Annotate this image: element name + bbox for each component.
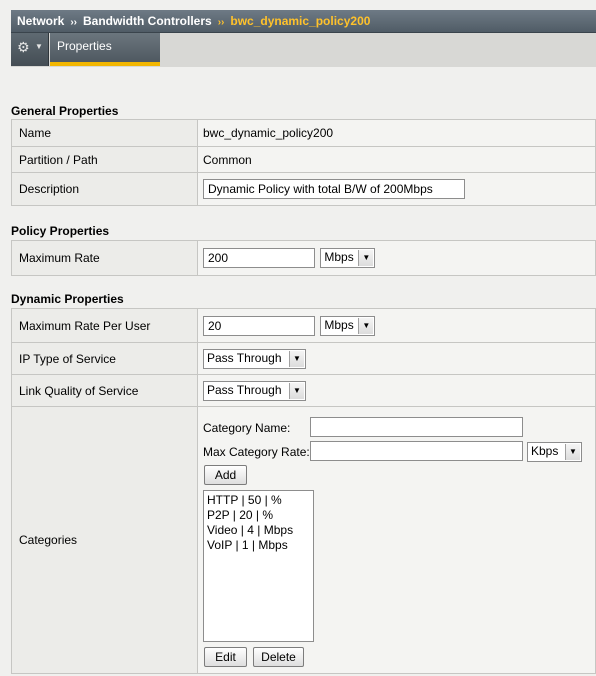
chevron-down-icon: ▼ — [565, 443, 580, 460]
delete-category-button[interactable]: Delete — [253, 646, 304, 667]
categories-list[interactable]: HTTP | 50 | % P2P | 20 | % Video | 4 | M… — [203, 489, 314, 642]
list-item[interactable]: HTTP | 50 | % — [207, 493, 310, 508]
list-item[interactable]: VoIP | 1 | Mbps — [207, 538, 310, 553]
breadcrumb-bandwidth-controllers[interactable]: Bandwidth Controllers — [83, 14, 212, 28]
maximum-rate-input[interactable] — [203, 248, 315, 268]
description-label: Description — [11, 172, 198, 206]
breadcrumb-current: bwc_dynamic_policy200 — [230, 14, 371, 28]
max-category-rate-label: Max Category Rate: — [203, 444, 310, 459]
dynamic-properties-table: Maximum Rate Per User Mbps ▼ IP Type of S… — [11, 308, 596, 674]
chevron-down-icon: ▼ — [289, 350, 304, 367]
maximum-rate-unit-select[interactable]: Mbps ▼ — [320, 248, 376, 268]
chevron-down-icon: ▼ — [358, 250, 374, 266]
max-rate-per-user-label: Maximum Rate Per User — [11, 308, 198, 343]
dynamic-properties-title: Dynamic Properties — [11, 292, 124, 306]
description-input[interactable] — [203, 179, 465, 199]
policy-properties-title: Policy Properties — [11, 224, 110, 238]
list-item[interactable]: P2P | 20 | % — [207, 508, 310, 523]
partition-label: Partition / Path — [11, 146, 198, 173]
link-quality-of-service-label: Link Quality of Service — [11, 374, 198, 407]
breadcrumb: Network ›› Bandwidth Controllers ›› bwc_dyna… — [11, 10, 596, 33]
max-rate-per-user-input[interactable] — [203, 315, 315, 336]
name-label: Name — [11, 119, 198, 147]
max-category-rate-unit-value: Kbps — [531, 443, 559, 458]
gear-menu-button[interactable]: ⚙ ▼ — [11, 33, 49, 66]
chevron-down-icon: ▼ — [35, 42, 43, 51]
general-properties-table: Name bwc_dynamic_policy200 Partition / P… — [11, 119, 596, 206]
max-rate-per-user-unit-value: Mbps — [324, 317, 354, 332]
edit-category-button[interactable]: Edit — [204, 646, 247, 667]
link-quality-of-service-select[interactable]: Pass Through ▼ — [203, 380, 306, 401]
name-value: bwc_dynamic_policy200 — [197, 119, 596, 147]
list-item[interactable]: Video | 4 | Mbps — [207, 523, 310, 538]
maximum-rate-label: Maximum Rate — [11, 240, 198, 276]
categories-label: Categories — [11, 406, 198, 674]
max-rate-per-user-unit-select[interactable]: Mbps ▼ — [320, 315, 376, 336]
tab-bar: ⚙ ▼ Properties — [11, 33, 596, 67]
breadcrumb-network[interactable]: Network — [17, 14, 64, 28]
categories-editor: Category Name: Max Category Rate: Kbps ▼ … — [198, 408, 595, 673]
tab-properties[interactable]: Properties — [50, 33, 160, 66]
breadcrumb-separator: ›› — [217, 17, 225, 28]
chevron-down-icon: ▼ — [289, 382, 304, 399]
ip-type-of-service-select[interactable]: Pass Through ▼ — [203, 348, 306, 369]
max-category-rate-input[interactable] — [310, 440, 523, 461]
gear-icon: ⚙ — [17, 39, 30, 55]
partition-value: Common — [197, 146, 596, 173]
ip-type-of-service-label: IP Type of Service — [11, 342, 198, 375]
ip-type-of-service-value: Pass Through — [207, 350, 282, 365]
chevron-down-icon: ▼ — [358, 317, 374, 334]
maximum-rate-unit-value: Mbps — [324, 250, 354, 264]
category-name-input[interactable] — [310, 416, 523, 437]
category-name-label: Category Name: — [203, 420, 291, 435]
max-category-rate-unit-select[interactable]: Kbps ▼ — [527, 441, 582, 462]
breadcrumb-separator: ›› — [70, 17, 78, 28]
link-quality-of-service-value: Pass Through — [207, 382, 282, 397]
add-category-button[interactable]: Add — [204, 464, 247, 485]
policy-properties-table: Maximum Rate Mbps ▼ — [11, 240, 596, 276]
general-properties-title: General Properties — [11, 104, 119, 118]
